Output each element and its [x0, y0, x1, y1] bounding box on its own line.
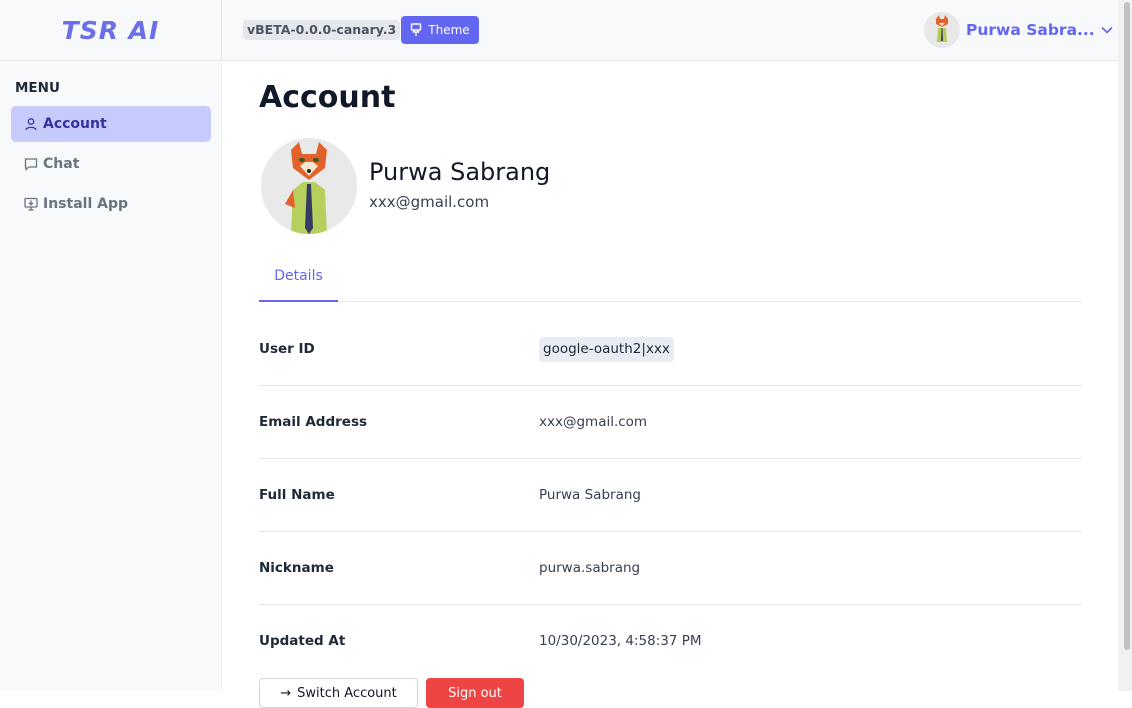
- email-value: xxx@gmail.com: [539, 414, 648, 430]
- detail-label: Nickname: [259, 560, 334, 576]
- top-bar: TSR AI vBETA-0.0.0-canary.3 Theme Purwa …: [0, 0, 1118, 61]
- user-name: Purwa Sabra...: [966, 21, 1095, 39]
- switch-account-label: Switch Account: [297, 685, 397, 701]
- tab-bar: Details: [259, 252, 1082, 302]
- detail-label: Email Address: [259, 414, 368, 430]
- version-badge: vBETA-0.0.0-canary.3: [243, 20, 401, 40]
- menu-title: MENU: [15, 80, 60, 96]
- detail-label: Updated At: [259, 633, 346, 649]
- detail-row-full-name: Full Name Purwa Sabrang: [259, 459, 1082, 532]
- details-list: User ID google-oauth2|xxx Email Address …: [259, 313, 1082, 678]
- tab-details[interactable]: Details: [259, 252, 338, 302]
- sidebar-item-chat[interactable]: Chat: [11, 146, 211, 182]
- nickname-value: purwa.sabrang: [539, 560, 641, 576]
- user-avatar-small: [924, 12, 960, 48]
- full-name-value: Purwa Sabrang: [539, 487, 641, 503]
- detail-row-user-id: User ID google-oauth2|xxx: [259, 313, 1082, 386]
- sidebar-item-label: Account: [43, 116, 107, 132]
- page-title: Account: [259, 80, 396, 115]
- sidebar-item-account[interactable]: Account: [11, 106, 211, 142]
- sidebar-item-label: Install App: [43, 196, 128, 212]
- arrow-right-icon: →: [280, 685, 292, 701]
- switch-account-button[interactable]: → Switch Account: [259, 678, 418, 708]
- install-monitor-icon: [24, 197, 38, 211]
- user-icon: [25, 118, 37, 131]
- paint-brush-icon: [411, 23, 422, 36]
- sign-out-button[interactable]: Sign out: [426, 678, 524, 708]
- user-menu[interactable]: Purwa Sabra...: [924, 12, 1113, 48]
- sidebar-item-label: Chat: [43, 156, 80, 172]
- updated-at-value: 10/30/2023, 4:58:37 PM: [539, 633, 702, 649]
- profile-avatar: [261, 138, 357, 234]
- detail-row-updated-at: Updated At 10/30/2023, 4:58:37 PM: [259, 605, 1082, 678]
- detail-row-nickname: Nickname purwa.sabrang: [259, 532, 1082, 605]
- chat-bubble-icon: [24, 158, 38, 171]
- sidebar-item-install-app[interactable]: Install App: [11, 186, 211, 222]
- sidebar: MENU Account Chat Install App: [0, 62, 222, 691]
- profile-name: Purwa Sabrang: [369, 158, 551, 186]
- logo-container[interactable]: TSR AI: [0, 0, 222, 61]
- app-logo[interactable]: TSR AI: [62, 16, 160, 45]
- user-id-value: google-oauth2|xxx: [539, 337, 674, 362]
- detail-row-email: Email Address xxx@gmail.com: [259, 386, 1082, 459]
- detail-label: Full Name: [259, 487, 335, 503]
- chevron-down-icon: [1101, 26, 1113, 34]
- detail-label: User ID: [259, 341, 315, 357]
- scrollbar-thumb[interactable]: [1124, 2, 1130, 650]
- profile-email: xxx@gmail.com: [369, 193, 490, 211]
- theme-button-label: Theme: [428, 23, 470, 37]
- theme-button[interactable]: Theme: [401, 16, 479, 44]
